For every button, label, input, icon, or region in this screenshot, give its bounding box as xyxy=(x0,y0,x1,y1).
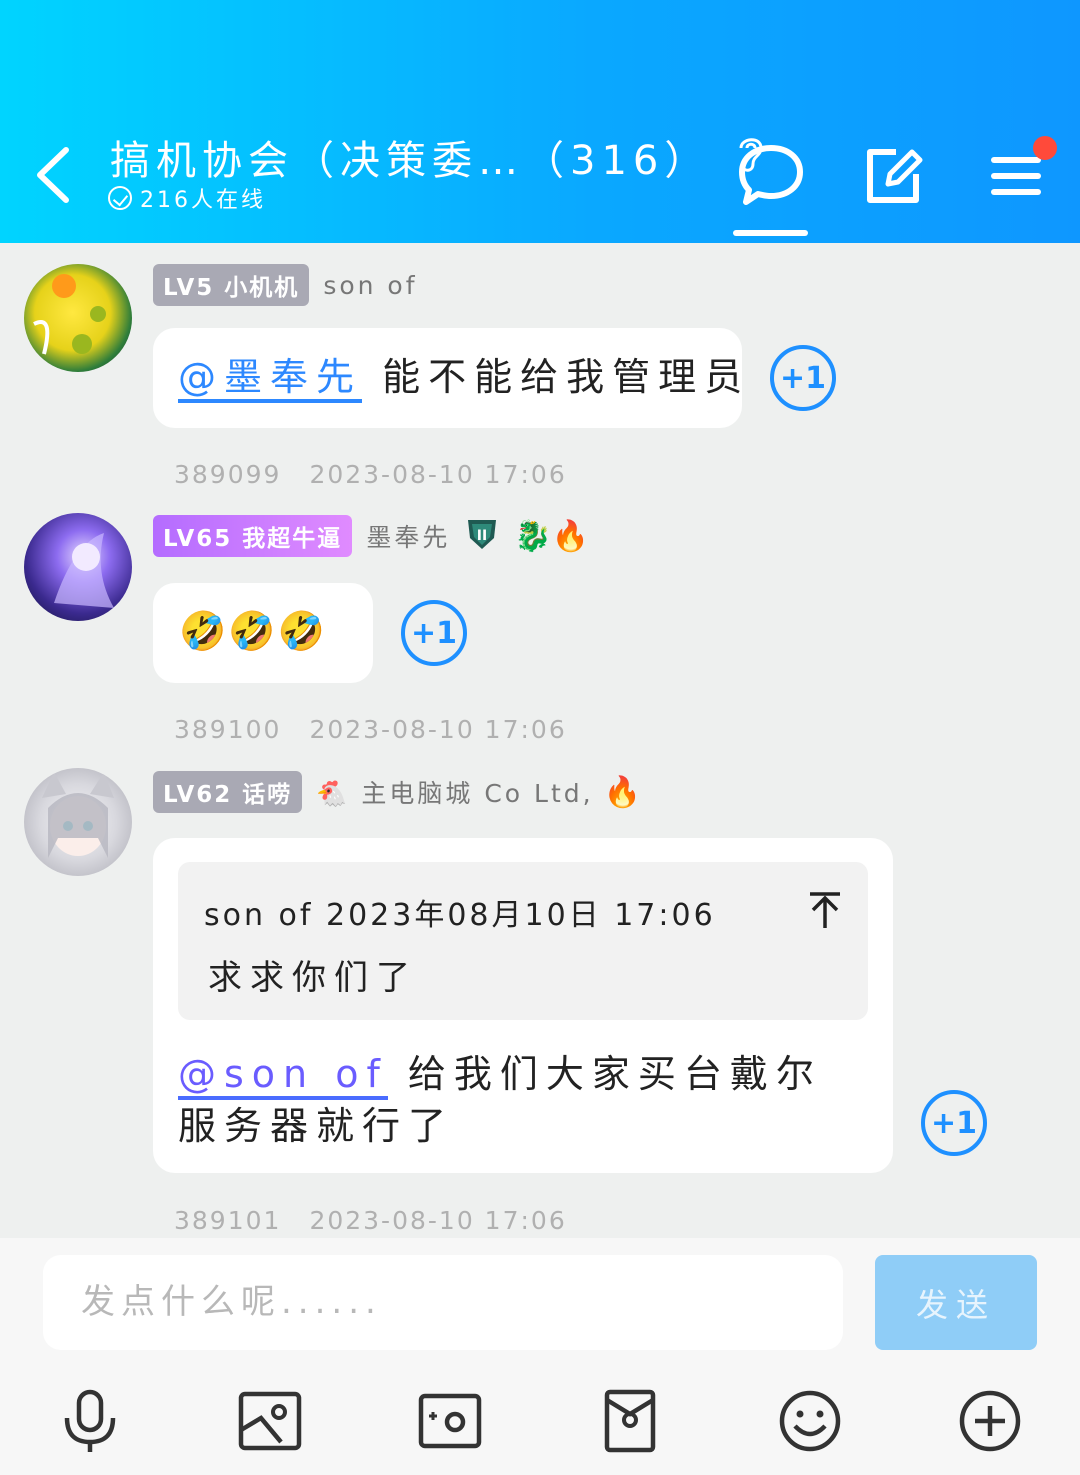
level-badge[interactable]: LV62 话唠 xyxy=(153,771,303,813)
camera-icon[interactable] xyxy=(417,1388,483,1454)
message-text: @墨奉先 能不能给我管理员 xyxy=(178,351,750,403)
quote-header: son of 2023年08月10日 17:06 xyxy=(204,898,716,933)
quoted-message[interactable]: son of 2023年08月10日 17:06 求求你们了 xyxy=(178,862,868,1020)
group-title[interactable]: 搞机协会（决策委…（316） xyxy=(110,128,767,186)
sender-name[interactable]: 🐔 主电脑城 Co Ltd, xyxy=(316,774,593,810)
rank-shield-icon: II xyxy=(464,516,500,556)
message-time: 2023-08-10 17:06 xyxy=(309,715,567,744)
message-emoji: 🤣🤣🤣 xyxy=(179,609,327,653)
plus-one-button[interactable]: +1 xyxy=(770,345,836,411)
composer-bar: 发点什么呢...... 发送 xyxy=(0,1238,1080,1475)
back-icon[interactable] xyxy=(30,140,80,210)
online-status: 216人在线 xyxy=(108,182,266,214)
image-icon[interactable] xyxy=(237,1388,303,1454)
avatar[interactable] xyxy=(24,513,132,621)
chat-header: 搞机协会（决策委…（316） 216人在线 xyxy=(0,0,1080,243)
sender-name[interactable]: son of xyxy=(323,271,417,300)
plus-one-button[interactable]: +1 xyxy=(921,1090,987,1156)
message-bubble[interactable]: son of 2023年08月10日 17:06 求求你们了 @son of 给… xyxy=(153,838,893,1173)
level-badge[interactable]: LV65 我超牛逼 xyxy=(153,515,353,557)
message-timestamp: 389100 2023-08-10 17:06 xyxy=(174,715,567,744)
jump-to-top-icon[interactable] xyxy=(808,890,842,930)
envelope-icon[interactable] xyxy=(597,1388,663,1454)
plus-circle-icon[interactable] xyxy=(957,1388,1023,1454)
sender-meta: LV62 话唠 🐔 主电脑城 Co Ltd, 🔥 xyxy=(153,771,641,813)
message-time: 2023-08-10 17:06 xyxy=(309,1206,567,1235)
fire-badge-icon: 🔥 xyxy=(603,774,641,810)
mic-icon[interactable] xyxy=(57,1388,123,1454)
svg-text:II: II xyxy=(477,528,487,544)
plus-one-button[interactable]: +1 xyxy=(401,600,467,666)
sender-name[interactable]: 墨奉先 xyxy=(366,518,450,554)
edit-icon[interactable] xyxy=(858,140,928,210)
chat-icon[interactable] xyxy=(736,140,806,210)
notification-dot xyxy=(1033,136,1057,160)
message-bubble[interactable]: 🤣🤣🤣 xyxy=(153,583,373,683)
mention-link[interactable]: @墨奉先 xyxy=(178,355,363,403)
avatar[interactable] xyxy=(24,264,132,372)
smiley-icon[interactable] xyxy=(777,1388,843,1454)
quote-body: 求求你们了 xyxy=(208,958,418,998)
fire-badge-icon: 🔥 xyxy=(551,518,590,554)
message-text: @son of 给我们大家买台戴尔服务器就行了 xyxy=(178,1048,848,1152)
message-timestamp: 389101 2023-08-10 17:06 xyxy=(174,1206,567,1235)
message-id: 389100 xyxy=(174,715,282,744)
sender-meta: LV65 我超牛逼 墨奉先 II 🐉 🔥 xyxy=(153,515,589,557)
active-tab-indicator xyxy=(733,230,808,236)
level-badge[interactable]: LV5 小机机 xyxy=(153,264,310,306)
message-id: 389101 xyxy=(174,1206,282,1235)
message-input[interactable]: 发点什么呢...... xyxy=(43,1255,843,1350)
message-timestamp: 389099 2023-08-10 17:06 xyxy=(174,460,567,489)
dragon-badge-icon: 🐉 xyxy=(514,518,552,554)
group-title-text: 搞机协会（决策委…（316） xyxy=(110,138,711,184)
message-time: 2023-08-10 17:06 xyxy=(309,460,567,489)
sender-meta: LV5 小机机 son of xyxy=(153,264,418,306)
avatar[interactable] xyxy=(24,768,132,876)
message-id: 389099 xyxy=(174,460,282,489)
message-body: 能不能给我管理员 xyxy=(362,355,751,399)
check-circle-icon xyxy=(108,186,132,210)
send-button[interactable]: 发送 xyxy=(875,1255,1037,1350)
mention-link[interactable]: @son of xyxy=(178,1052,388,1100)
message-bubble[interactable]: @墨奉先 能不能给我管理员 xyxy=(153,328,742,428)
online-count: 216人在线 xyxy=(140,188,266,213)
